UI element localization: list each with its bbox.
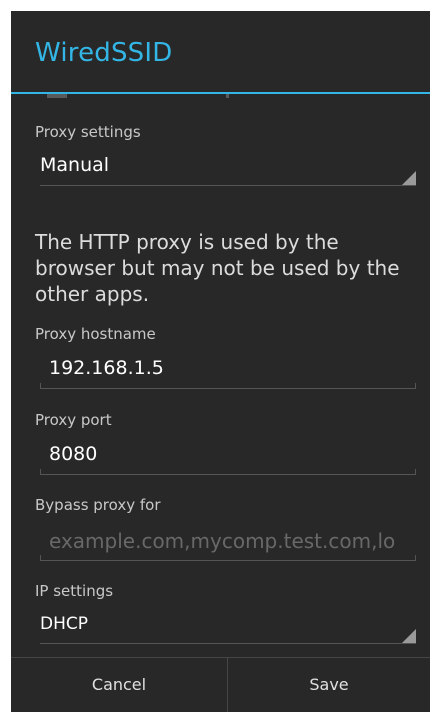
proxy-port-input[interactable]: 8080	[40, 439, 416, 475]
bypass-proxy-label: Bypass proxy for	[35, 496, 161, 514]
wifi-config-dialog: WiredSSID Proxy settings Manual The HTTP…	[11, 11, 430, 712]
field-tick-left	[40, 555, 41, 561]
dropdown-triangle-icon	[402, 171, 416, 185]
proxy-port-label: Proxy port	[35, 411, 112, 429]
cancel-button[interactable]: Cancel	[11, 657, 227, 712]
save-button[interactable]: Save	[228, 657, 430, 712]
dropdown-triangle-icon	[402, 629, 416, 643]
field-tick-right	[415, 555, 416, 561]
proxy-hostname-label: Proxy hostname	[35, 325, 156, 343]
field-underline	[40, 560, 416, 561]
field-tick-left	[40, 469, 41, 475]
field-tick-right	[415, 383, 416, 389]
proxy-port-value: 8080	[49, 443, 98, 465]
proxy-hostname-input[interactable]: 192.168.1.5	[40, 353, 416, 389]
field-underline	[40, 474, 416, 475]
dialog-header: WiredSSID	[11, 11, 430, 94]
scrolled-checkbox-remnant	[47, 94, 67, 98]
proxy-settings-value: Manual	[40, 154, 110, 176]
field-underline	[40, 388, 416, 389]
scrolled-label-remnant	[226, 94, 229, 98]
proxy-hostname-value: 192.168.1.5	[49, 357, 164, 379]
proxy-settings-spinner[interactable]: Manual	[40, 150, 416, 186]
proxy-info-text: The HTTP proxy is used by the browser bu…	[35, 230, 400, 306]
field-clip: example.com,mycomp.test.com,lo	[40, 525, 416, 561]
field-tick-right	[415, 469, 416, 475]
ip-settings-label: IP settings	[35, 582, 114, 600]
bypass-proxy-placeholder: example.com,mycomp.test.com,lo	[49, 529, 396, 553]
spinner-underline	[40, 185, 416, 186]
bypass-proxy-input[interactable]: example.com,mycomp.test.com,lo	[40, 525, 416, 561]
dialog-title: WiredSSID	[35, 38, 173, 68]
ip-settings-spinner[interactable]: DHCP	[40, 608, 416, 644]
title-divider	[11, 92, 430, 94]
dialog-button-bar: Cancel Save	[11, 657, 430, 712]
field-tick-left	[40, 383, 41, 389]
proxy-settings-label: Proxy settings	[35, 123, 141, 141]
ip-settings-value: DHCP	[40, 614, 88, 634]
spinner-underline	[40, 643, 416, 644]
